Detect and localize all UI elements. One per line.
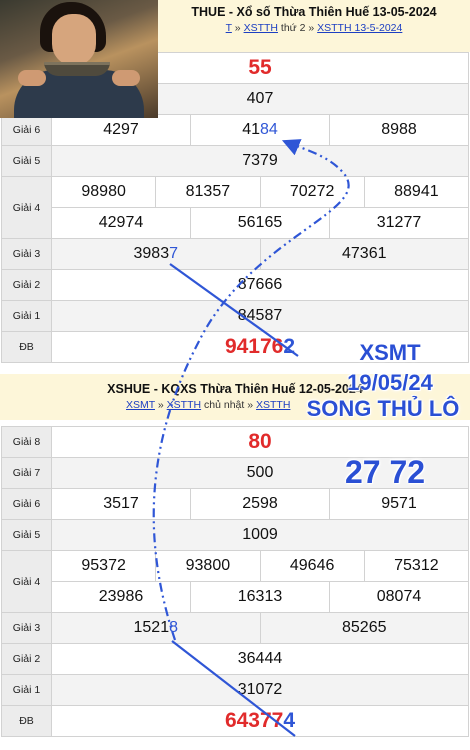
prize-3-value: 15218 <box>51 612 261 644</box>
prize-4-value: 56165 <box>190 207 330 239</box>
breadcrumb-link-province[interactable]: XSTTH <box>167 399 201 411</box>
prize-5-value: 1009 <box>51 519 469 551</box>
prize-4-value: 31277 <box>329 207 469 239</box>
prize-4-value: 98980 <box>50 176 157 208</box>
breadcrumb-link-province[interactable]: XSTTH <box>244 22 278 34</box>
prize-4-value: 70272 <box>259 176 365 208</box>
table-row: Giải 3 15218 85265 <box>1 612 469 644</box>
table-row: Giải 2 87666 <box>1 269 469 301</box>
promo-numbers: 27 72 <box>344 454 426 490</box>
article-photo <box>0 0 158 118</box>
prize-4-value: 88941 <box>363 176 470 208</box>
prize-6-value: 8988 <box>329 114 469 146</box>
prize-5-value: 7379 <box>51 145 469 177</box>
prize-label: Giải 5 <box>1 519 52 551</box>
table-row: Giải 4 98980 81357 70272 88941 <box>1 176 470 239</box>
breadcrumb-weekday: chủ nhật <box>204 399 245 411</box>
breadcrumb: T » XSTTH thứ 2 » XSTTH 13-5-2024 <box>225 22 403 34</box>
table-row: Giải 5 7379 <box>1 145 469 177</box>
prize-1-value: 31072 <box>51 674 469 706</box>
special-prize-value: 643774 <box>51 705 469 737</box>
prize-label: Giải 1 <box>1 300 52 332</box>
prize-label: Giải 2 <box>1 643 52 675</box>
prize-label: Giải 8 <box>1 426 52 458</box>
table-row: Giải 2 36444 <box>1 643 469 675</box>
table-row: 23986 16313 08074 <box>2 581 469 613</box>
prize-4-value: 42974 <box>51 207 191 239</box>
prize-4-value: 16313 <box>190 581 330 613</box>
prize-1-value: 84587 <box>51 300 469 332</box>
prize-6-value: 4184 <box>190 114 330 146</box>
prize-label: Giải 7 <box>1 457 52 489</box>
table-row: Giải 1 84587 <box>1 300 469 332</box>
prize-label: ĐB <box>1 331 52 363</box>
table-row: Giải 6 4297 4184 8988 <box>1 114 469 146</box>
prize-6-prefix: 41 <box>242 121 260 138</box>
promo-title: XSMT <box>359 340 421 365</box>
table-row: Giải 6 3517 2598 9571 <box>1 488 469 520</box>
prize-label: Giải 4 <box>1 176 52 239</box>
table-row: Giải 3 39837 47361 <box>1 238 469 270</box>
prize-4-value: 75312 <box>363 550 470 582</box>
breadcrumb-link-date[interactable]: XSTTH <box>256 399 290 411</box>
prize-6-value: 9571 <box>329 488 469 520</box>
top-result-title: THUE - Xổ số Thừa Thiên Huế 13-05-2024 <box>191 5 437 19</box>
prize-2-value: 36444 <box>51 643 469 675</box>
promo-subtitle: SONG THỦ LÔ <box>306 396 460 421</box>
promo-date: 19/05/24 <box>347 370 433 395</box>
breadcrumb-link-region[interactable]: XSMT <box>126 399 155 411</box>
prize-4-value: 08074 <box>329 581 469 613</box>
prize-label: Giải 6 <box>1 488 52 520</box>
prize-label: Giải 4 <box>1 550 52 613</box>
prize-4-value: 49646 <box>259 550 365 582</box>
prize-4-value: 81357 <box>155 176 261 208</box>
prize-4-value: 23986 <box>51 581 191 613</box>
prize-3-value: 85265 <box>259 612 469 644</box>
prize-6-value: 2598 <box>190 488 330 520</box>
table-row: Giải 8 80 <box>1 426 469 458</box>
table-row: Giải 5 1009 <box>1 519 469 551</box>
breadcrumb-link-date[interactable]: XSTTH 13-5-2024 <box>317 22 402 34</box>
prize-3-value: 39837 <box>51 238 261 270</box>
prize-label: Giải 2 <box>1 269 52 301</box>
table-row: 42974 56165 31277 <box>2 207 469 239</box>
prize-label: Giải 3 <box>1 238 52 270</box>
prize-label: ĐB <box>1 705 52 737</box>
table-row: Giải 4 95372 93800 49646 75312 <box>1 550 470 613</box>
table-row: ĐB 643774 <box>1 705 469 737</box>
prize-8-value: 80 <box>51 426 469 458</box>
prize-4-value: 93800 <box>155 550 261 582</box>
prize-4-value: 95372 <box>50 550 157 582</box>
breadcrumb-link-region[interactable]: T <box>226 22 232 34</box>
prize-label: Giải 1 <box>1 674 52 706</box>
prize-label: Giải 6 <box>1 114 52 146</box>
prize-label: Giải 5 <box>1 145 52 177</box>
prize-6-value: 3517 <box>51 488 191 520</box>
breadcrumb-weekday: thứ 2 <box>280 22 306 34</box>
prize-6-value: 4297 <box>51 114 191 146</box>
prize-6-highlight: 84 <box>260 121 278 138</box>
prize-label: Giải 3 <box>1 612 52 644</box>
prize-3-value: 47361 <box>259 238 469 270</box>
table-row: Giải 1 31072 <box>1 674 469 706</box>
prize-2-value: 87666 <box>51 269 469 301</box>
